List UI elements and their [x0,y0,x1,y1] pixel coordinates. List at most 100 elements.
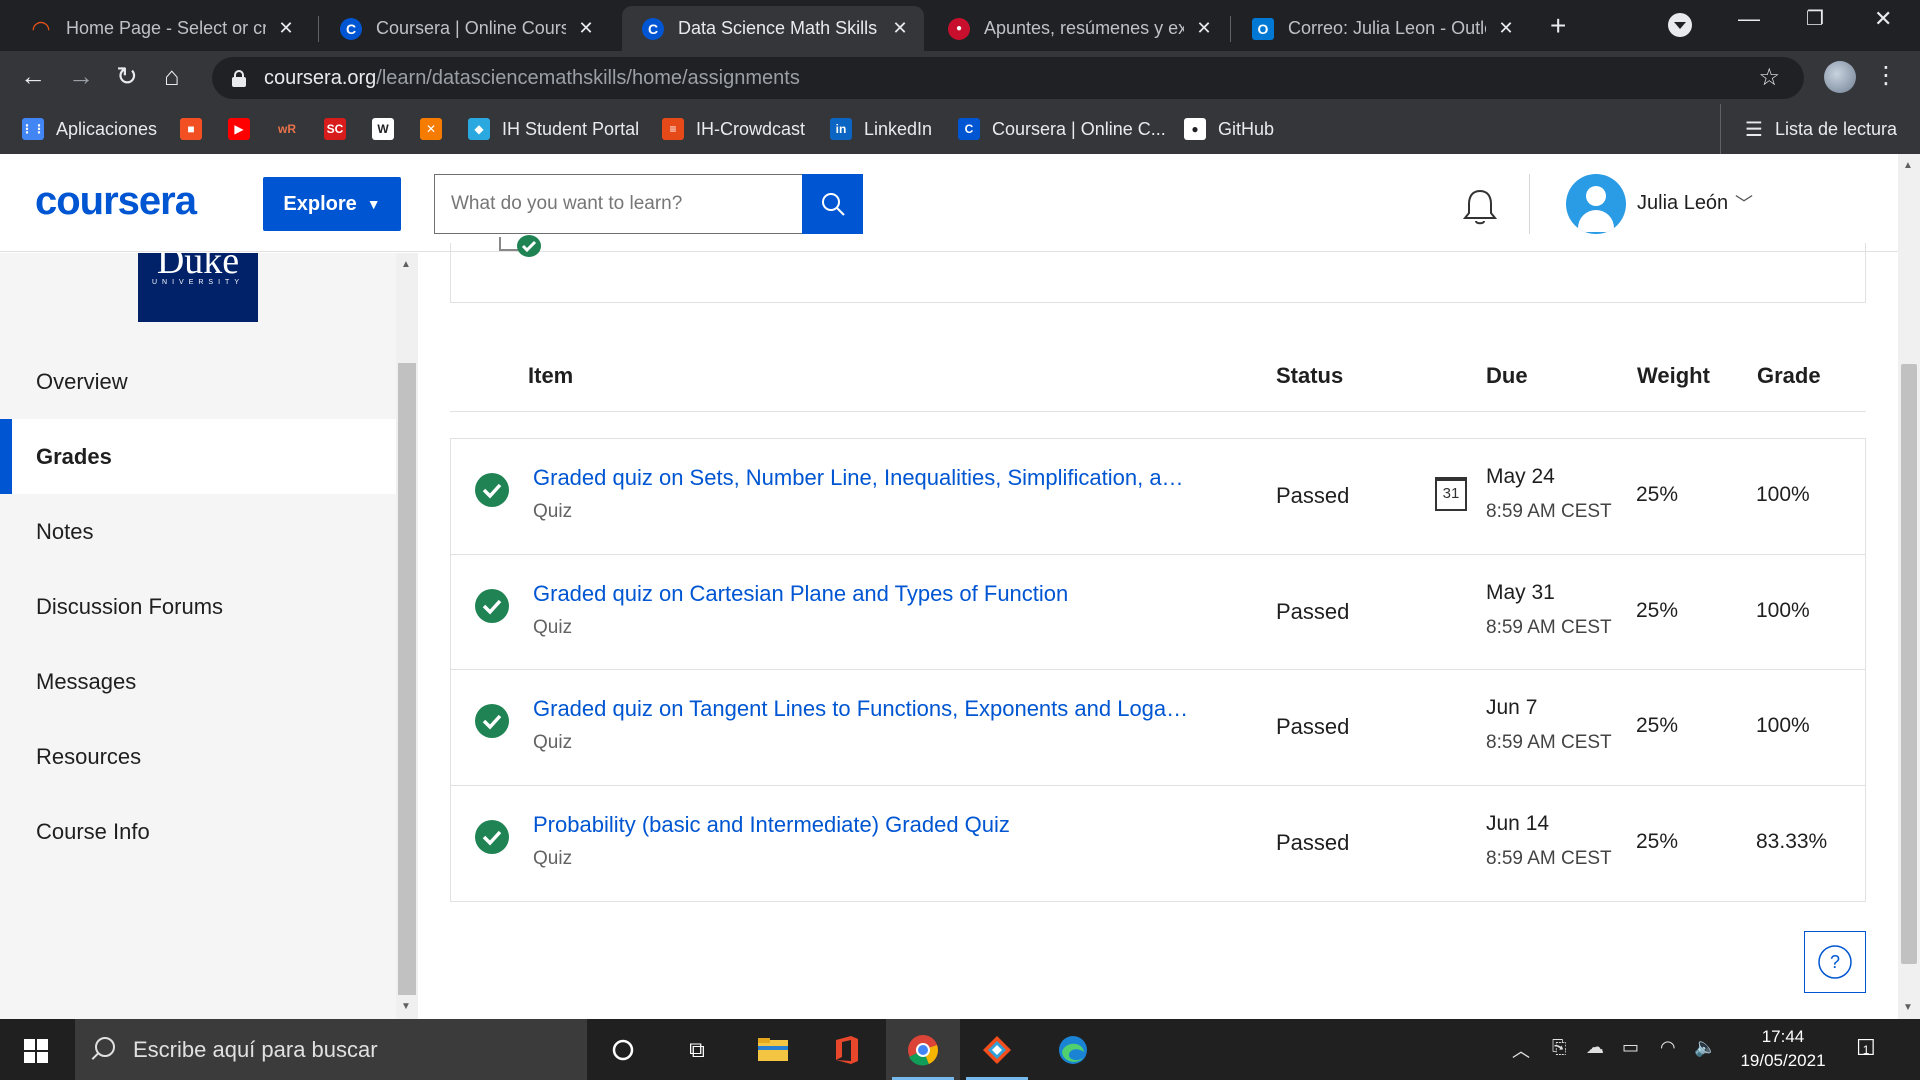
system-clock[interactable]: 17:44 19/05/2021 [1730,1025,1836,1073]
restore-window-icon[interactable]: ❐ [1806,6,1824,31]
sidebar-item-grades[interactable]: Grades [0,419,396,494]
check-circle-icon [517,235,541,257]
close-tab-icon[interactable]: ✕ [890,18,910,39]
check-circle-icon [475,819,509,854]
bookmark-ih-student-portal[interactable]: ◆ IH Student Portal [468,114,639,144]
lock-icon[interactable] [232,70,246,87]
bookmark-ih-crowdcast[interactable]: ≡ IH-Crowdcast [662,114,805,144]
volume-icon[interactable]: 🔈 [1694,1037,1716,1058]
assignment-link[interactable]: Graded quiz on Sets, Number Line, Inequa… [533,465,1184,491]
git-kraken-icon[interactable] [960,1019,1034,1080]
task-view-icon[interactable]: ⧉ [660,1019,734,1080]
bookmark-scissors-tool[interactable]: ✕ [420,114,454,144]
tab-outlook[interactable]: O Correo: Julia Leon - Outlo ✕ [1232,6,1530,51]
assignment-link[interactable]: Graded quiz on Tangent Lines to Function… [533,696,1188,722]
bookmark-aplicaciones[interactable]: ⋮⋮ Aplicaciones [21,114,157,144]
back-icon[interactable]: ← [20,61,46,92]
home-page-favicon: ◠ [32,15,50,41]
forward-icon[interactable]: → [68,61,94,92]
help-button[interactable]: ? [1804,931,1866,993]
microsoft-icon: ■ [180,118,202,140]
wikipedia-icon: W [372,118,394,140]
cortana-icon[interactable] [586,1019,660,1080]
sidebar-item-resources[interactable]: Resources [0,719,396,794]
user-avatar[interactable] [1566,174,1626,234]
tray-expand-icon[interactable]: ︿ [1512,1037,1530,1063]
wifi-icon[interactable]: ◠ [1660,1037,1676,1058]
bookmark-github[interactable]: ● GitHub [1184,114,1274,144]
coursera-favicon: C [642,17,664,40]
tab-apuntes[interactable]: ● Apuntes, resúmenes y exá ✕ [928,6,1228,51]
home-icon[interactable]: ⌂ [164,61,180,92]
duke-university-logo: Duke UNIVERSITY [138,253,258,322]
github-icon: ● [1184,118,1206,140]
bookmark-wikipedia[interactable]: W [372,114,406,144]
bookmark-youtube[interactable]: ▶ [228,114,262,144]
close-tab-icon[interactable]: ✕ [1194,18,1214,39]
edge-icon[interactable] [1036,1019,1110,1080]
address-bar[interactable]: coursera.org/learn/datasciencemathskills… [212,57,1804,99]
explore-button[interactable]: Explore ▼ [263,177,401,231]
new-tab-button[interactable]: + [1550,10,1566,42]
sidebar-scrollbar[interactable]: ▲ ▼ [396,253,418,1019]
sidebar-item-discussion-forums[interactable]: Discussion Forums [0,569,396,644]
sidebar-item-messages[interactable]: Messages [0,644,396,719]
bookmark-coursera-online-c[interactable]: C Coursera | Online C... [958,114,1166,144]
office-icon[interactable] [810,1019,884,1080]
bookmark-wordreference[interactable]: wR [276,114,310,144]
assignment-type: Quiz [533,616,573,638]
reload-icon[interactable]: ↻ [116,61,138,92]
scroll-up-arrow-icon[interactable]: ▲ [401,259,411,270]
assignment-link[interactable]: Probability (basic and Intermediate) Gra… [533,812,1010,838]
onedrive-icon[interactable]: ☁ [1586,1037,1604,1058]
chevron-down-icon: ▼ [366,196,381,212]
calendar-icon[interactable]: 31 [1435,477,1467,511]
bookmark-soundcloud[interactable]: SC [324,114,358,144]
browser-profile-avatar[interactable] [1824,61,1856,93]
due-time: 8:59 AM CEST [1486,847,1612,869]
notifications-bell-icon[interactable] [1462,188,1498,231]
taskbar-search-box[interactable]: Escribe aquí para buscar [75,1019,587,1080]
close-tab-icon[interactable]: ✕ [576,18,596,39]
meet-now-icon[interactable]: ⎘ [1552,1037,1566,1058]
tab-home-page[interactable]: ◠ Home Page - Select or cre ✕ [10,6,310,51]
chevron-down-icon[interactable]: ﹀ [1735,190,1753,216]
search-input[interactable] [434,174,804,234]
action-center-icon[interactable]: ☐1 [1856,1035,1882,1061]
chrome-taskbar-icon[interactable] [886,1019,960,1080]
sidebar-item-notes[interactable]: Notes [0,494,396,569]
table-row: Graded quiz on Cartesian Plane and Types… [451,555,1865,670]
scroll-up-arrow-icon[interactable]: ▲ [1903,160,1913,171]
close-tab-icon[interactable]: ✕ [1496,18,1516,39]
due-time: 8:59 AM CEST [1486,501,1612,522]
tab-search-icon[interactable] [1668,13,1692,37]
course-sidebar: Duke UNIVERSITY Overview Grades Notes Di… [0,253,396,1019]
battery-icon[interactable]: ▭ [1622,1037,1639,1058]
windows-start-icon[interactable] [24,1039,48,1063]
more-menu-icon[interactable]: ⋮ [1874,61,1898,90]
coursera-logo[interactable]: coursera [35,179,197,224]
clock-time: 17:44 [1761,1027,1805,1046]
tab-coursera-online-courses[interactable]: C Coursera | Online Courses ✕ [320,6,610,51]
tab-title: Apuntes, resúmenes y exá [984,18,1184,38]
file-explorer-icon[interactable] [736,1019,810,1080]
tab-data-science-math-skills[interactable]: C Data Science Math Skills - ✕ [622,6,924,51]
scroll-down-arrow-icon[interactable]: ▼ [1903,1002,1913,1013]
browser-toolbar: ← → ↻ ⌂ coursera.org/learn/datasciencema… [0,51,1920,104]
minimize-window-icon[interactable]: — [1738,6,1760,32]
bookmark-star-icon[interactable]: ☆ [1758,63,1780,92]
search-button[interactable] [802,174,863,234]
assignment-link[interactable]: Graded quiz on Cartesian Plane and Types… [533,581,1068,607]
bookmark-linkedin[interactable]: in LinkedIn [830,114,932,144]
page-scrollbar[interactable]: ▲ ▼ [1898,154,1920,1019]
user-name[interactable]: Julia León [1637,192,1728,215]
scroll-down-arrow-icon[interactable]: ▼ [401,1001,411,1012]
close-tab-icon[interactable]: ✕ [276,18,296,39]
sidebar-item-overview[interactable]: Overview [0,344,396,419]
bookmark-microsoft[interactable]: ■ [180,114,214,144]
status-text: Passed [1276,598,1350,624]
reading-list-button[interactable]: ☰ Lista de lectura [1720,104,1897,154]
sidebar-item-course-info[interactable]: Course Info [0,794,396,869]
grade-value: 100% [1756,714,1810,737]
close-window-icon[interactable]: ✕ [1874,6,1892,32]
